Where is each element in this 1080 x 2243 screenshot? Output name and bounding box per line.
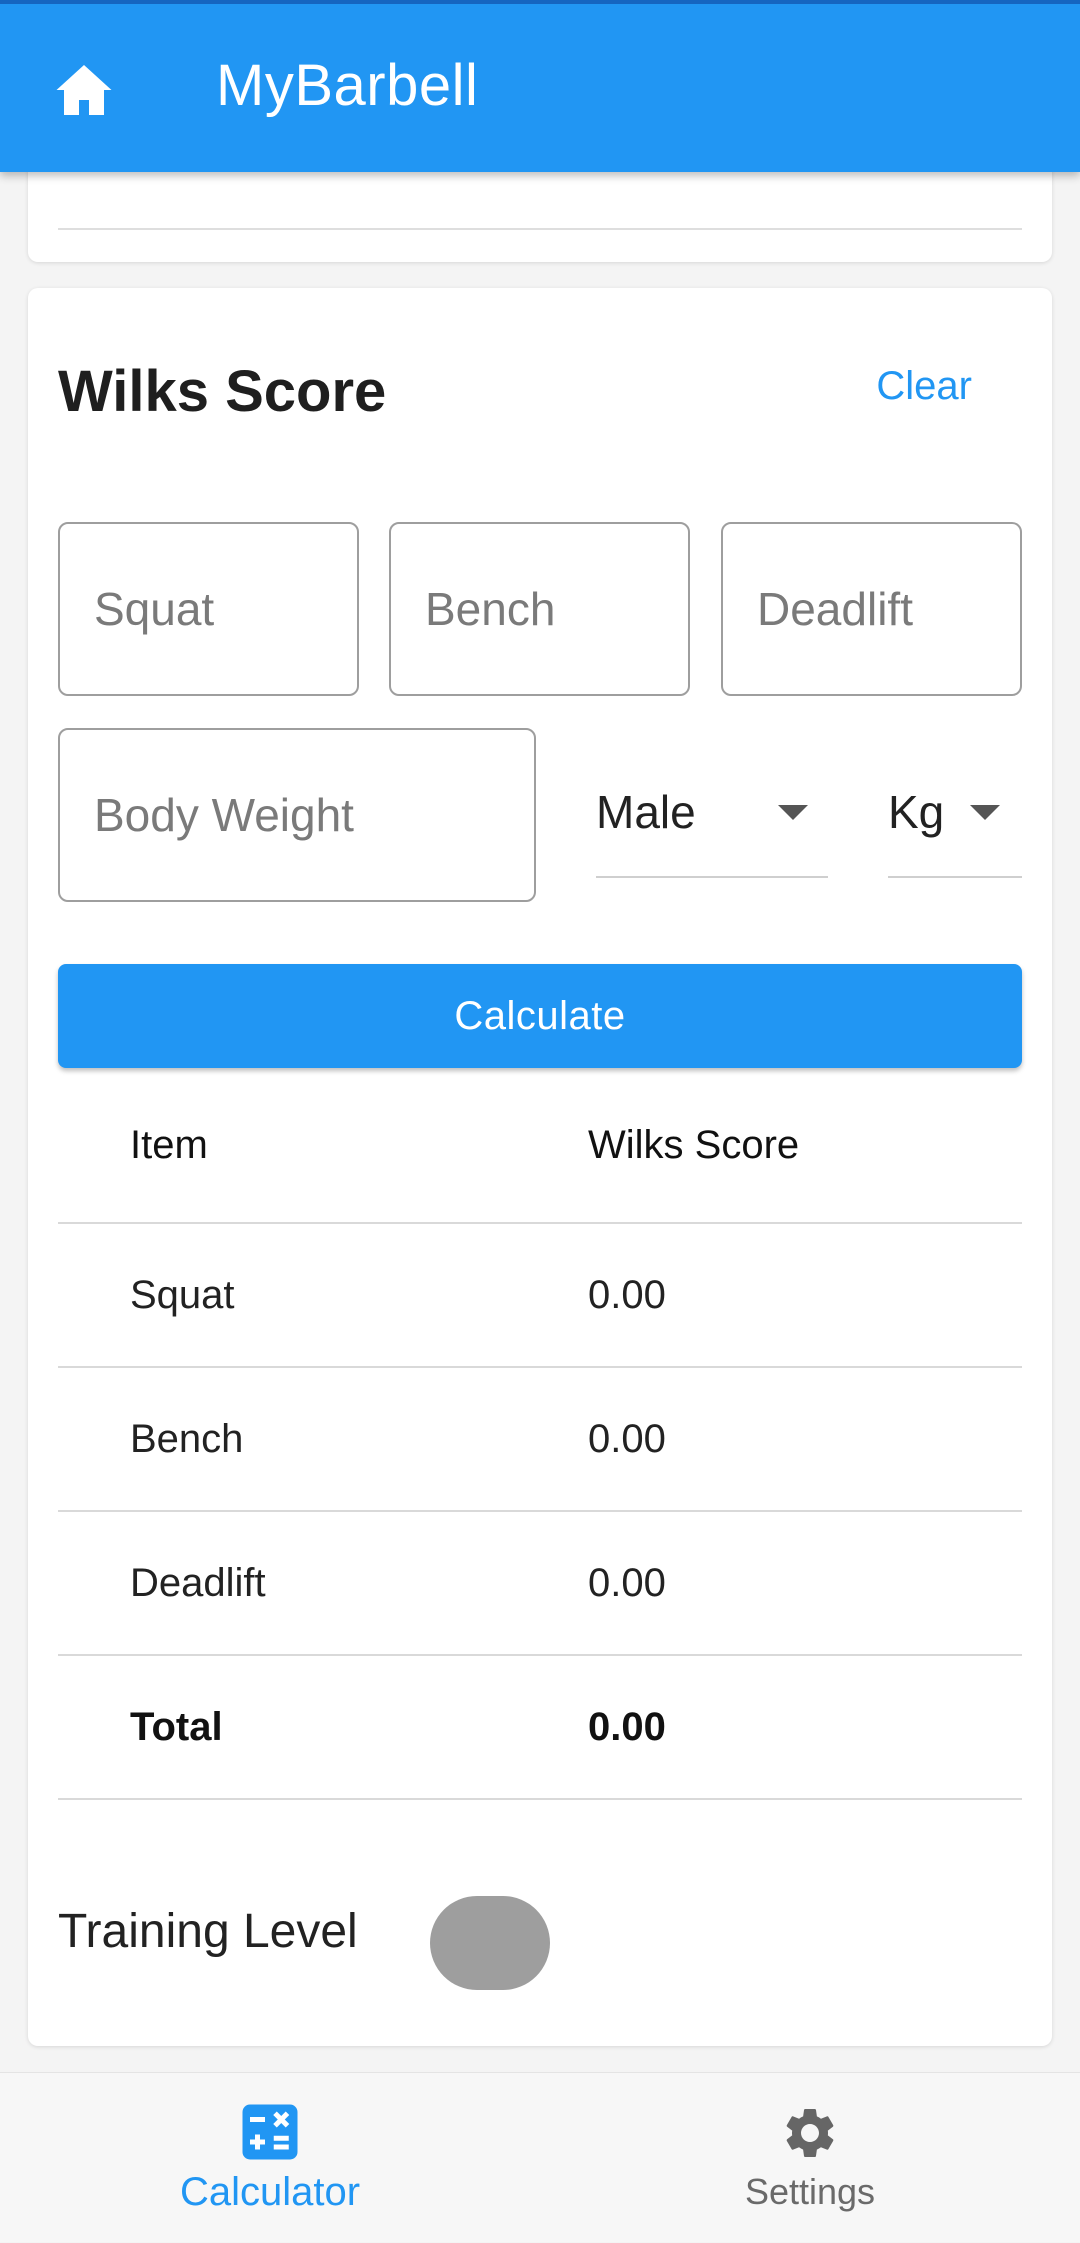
unit-selected: Kg [888,786,945,838]
body-weight-input[interactable] [60,788,534,842]
header-wilks-score: Wilks Score [588,1122,800,1167]
training-level-label: Training Level [58,1905,358,1958]
nav-settings[interactable]: Settings [540,2073,1080,2243]
table-row: Bench 0.00 [58,1368,1022,1512]
body-weight-field[interactable] [58,728,536,902]
row-score: 0.00 [588,1416,666,1461]
gender-dropdown[interactable]: Male [596,748,828,878]
results-table: Item Wilks Score Squat 0.00 Bench 0.00 D… [58,1068,1022,1800]
row-item: Squat [130,1272,235,1317]
table-total-row: Total 0.00 [58,1656,1022,1800]
nav-settings-label: Settings [744,2171,876,2212]
calculate-button[interactable]: Calculate [58,964,1022,1068]
table-row: Squat 0.00 [58,1224,1022,1368]
row-item: Deadlift [130,1560,266,1605]
squat-input[interactable] [60,582,357,636]
bench-input[interactable] [391,582,688,636]
home-button[interactable] [48,58,120,122]
dropdown-arrow-icon [778,804,808,820]
total-score: 0.00 [588,1704,666,1749]
app-title: MyBarbell [216,53,479,118]
training-level-toggle[interactable] [430,1896,550,1990]
divider [58,228,1022,230]
row-item: Bench [130,1416,244,1461]
bench-field[interactable] [389,522,690,696]
bottom-navigation: Calculator Settings [0,2072,1080,2242]
home-icon [56,65,112,115]
squat-field[interactable] [58,522,359,696]
section-title: Wilks Score [58,359,387,424]
wilks-card: Wilks Score Clear Male Kg Calculate Item… [28,288,1052,2046]
clear-button[interactable]: Clear [876,364,972,409]
table-row: Deadlift 0.00 [58,1512,1022,1656]
gear-icon [786,2109,834,2157]
row-score: 0.00 [588,1560,666,1605]
calculator-icon [242,2104,298,2159]
dropdown-arrow-icon [970,804,1000,820]
table-header: Item Wilks Score [58,1068,1022,1224]
deadlift-input[interactable] [723,582,1020,636]
deadlift-field[interactable] [721,522,1022,696]
gender-selected: Male [596,786,696,838]
status-strip [0,0,1080,4]
nav-calculator-label: Calculator [179,2169,361,2214]
app-bar: MyBarbell [0,0,1080,172]
unit-dropdown[interactable]: Kg [888,748,1022,878]
nav-calculator[interactable]: Calculator [0,2073,540,2243]
total-label: Total [130,1704,223,1749]
header-item: Item [130,1122,208,1167]
row-score: 0.00 [588,1272,666,1317]
